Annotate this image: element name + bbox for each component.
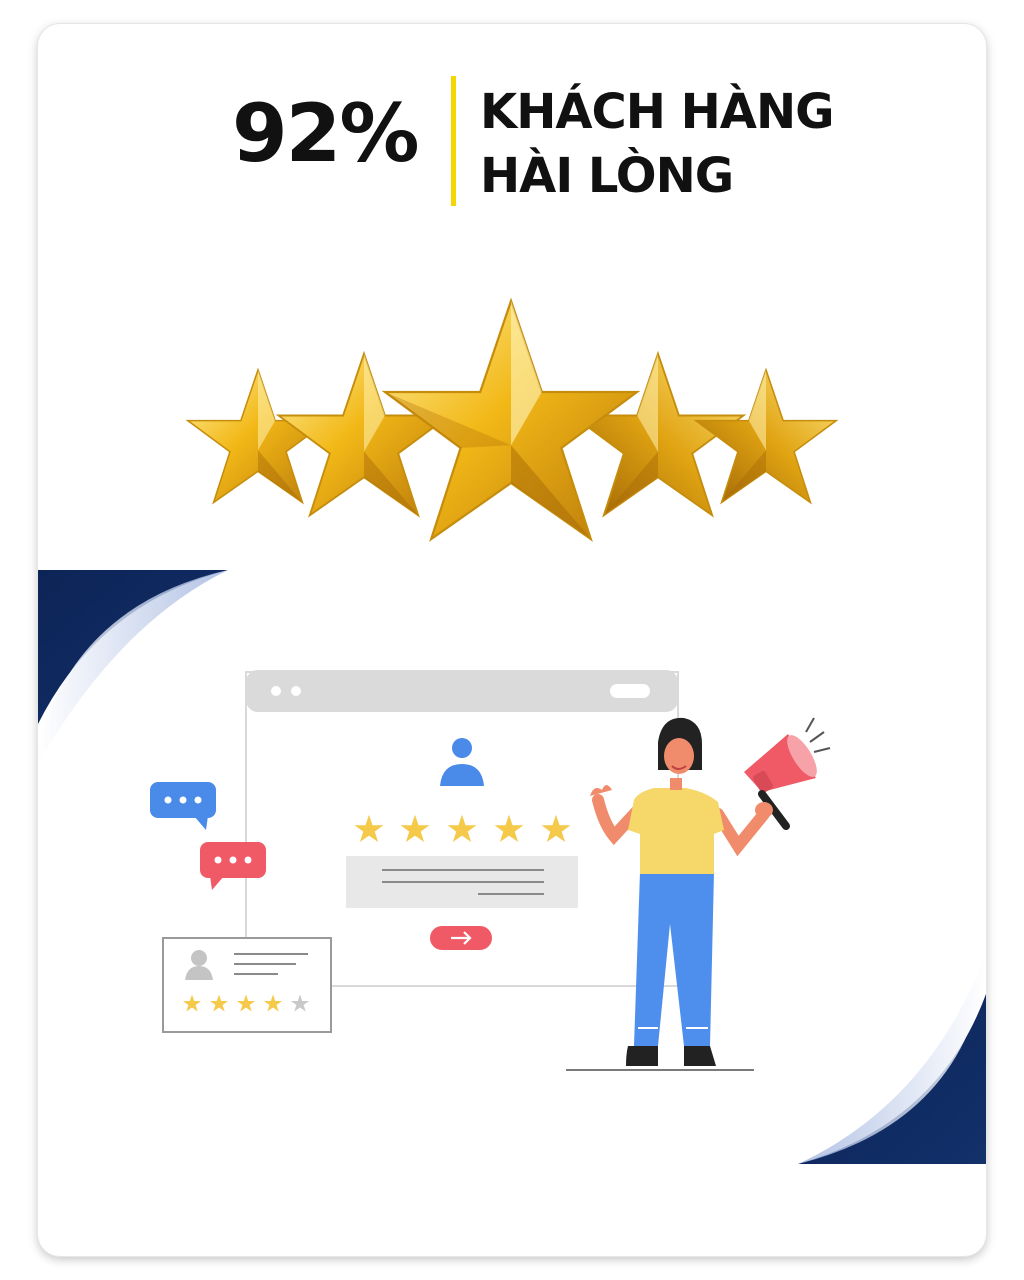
small-review-card: [162, 937, 332, 1033]
star-icon: [275, 350, 453, 518]
infographic-card: 92% KHÁCH HÀNG HÀI LÒNG: [38, 24, 986, 1256]
big-stars: [185, 297, 839, 542]
illustration: [38, 297, 986, 1164]
chat-bubble-icon: [150, 782, 216, 830]
arrow-right-icon: [430, 926, 492, 950]
star-icon: [381, 297, 641, 542]
corner-decor-bottom-right: [798, 954, 986, 1164]
star-icon: [693, 367, 839, 505]
corner-decor-top-left: [38, 570, 228, 764]
